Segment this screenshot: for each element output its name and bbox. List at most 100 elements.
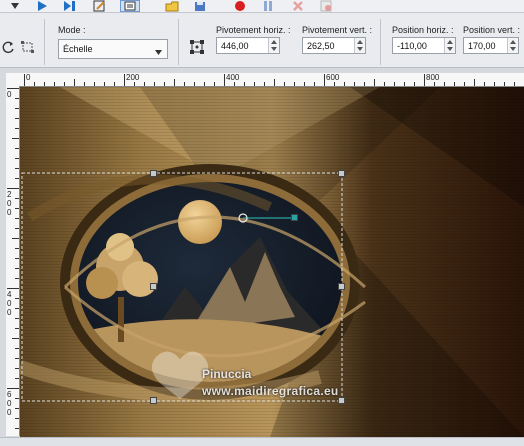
ruler-tick — [194, 82, 195, 86]
pivot-vertical-value: 262,50 — [307, 40, 335, 51]
ruler-label: 800 — [426, 73, 440, 82]
horizontal-ruler[interactable]: 0 200 400 600 800 — [20, 73, 524, 87]
image-canvas[interactable]: Pinuccia www.maidiregrafica.eu — [20, 87, 524, 437]
spinner-arrows[interactable] — [507, 38, 518, 53]
ruler-tick — [15, 98, 19, 99]
ruler-tick — [34, 82, 35, 86]
position-horizontal-label: Position horiz. : — [392, 25, 454, 35]
ruler-tick — [494, 82, 495, 86]
ruler-tick — [15, 428, 19, 429]
pause-icon[interactable] — [260, 0, 276, 12]
record-icon[interactable] — [232, 0, 248, 12]
pivot-icon[interactable] — [190, 40, 204, 54]
ruler-tick — [12, 138, 19, 139]
ruler-tick — [15, 328, 19, 329]
ruler-label: 0 — [26, 73, 31, 82]
ruler-tick — [44, 82, 45, 86]
mode-select-value: Échelle — [63, 44, 93, 54]
divider — [178, 19, 179, 65]
ruler-tick — [184, 82, 185, 86]
delete-script-icon[interactable] — [318, 0, 334, 12]
open-folder-icon[interactable] — [164, 0, 180, 12]
ruler-tick — [214, 82, 215, 86]
reset-transform-icon[interactable] — [20, 40, 36, 54]
transform-handle-center[interactable] — [150, 283, 157, 290]
spinner-arrows[interactable] — [268, 38, 279, 53]
ruler-tick — [274, 79, 275, 86]
step-icon[interactable] — [62, 0, 78, 12]
mode-label: Mode : — [58, 25, 86, 35]
spinner-arrows[interactable] — [354, 38, 365, 53]
transform-handle-top-right[interactable] — [338, 170, 345, 177]
transform-handle-top[interactable] — [150, 170, 157, 177]
ruler-tick — [304, 82, 305, 86]
ruler-tick — [15, 168, 19, 169]
script-edit-icon[interactable] — [92, 0, 108, 12]
ruler-tick — [15, 108, 19, 109]
ruler-tick — [464, 82, 465, 86]
dropdown-arrow-icon[interactable] — [8, 0, 22, 12]
ruler-tick — [134, 82, 135, 86]
ruler-tick — [434, 82, 435, 86]
ruler-label: 2 0 0 — [7, 190, 12, 217]
transform-handle-bottom-right[interactable] — [338, 397, 345, 404]
ruler-tick — [444, 82, 445, 86]
ruler-tick — [15, 198, 19, 199]
vertical-ruler[interactable]: 0 2 0 0 4 0 0 6 0 0 — [6, 86, 20, 436]
pivot-vertical-field[interactable]: 262,50 — [302, 37, 366, 54]
ruler-tick — [344, 82, 345, 86]
tool-options-bar: Mode : Échelle Pivotement horiz. : 446,0… — [0, 13, 524, 68]
ruler-tick — [374, 79, 375, 86]
ruler-tick — [54, 82, 55, 86]
divider — [380, 19, 381, 65]
mode-select[interactable]: Échelle — [58, 39, 168, 59]
ruler-tick — [12, 238, 19, 239]
ruler-tick — [154, 82, 155, 86]
watermark-name: Pinuccia — [202, 367, 252, 381]
play-icon[interactable] — [34, 0, 50, 12]
ruler-tick — [15, 158, 19, 159]
ruler-tick — [514, 82, 515, 86]
ruler-tick — [334, 82, 335, 86]
ruler-tick — [64, 82, 65, 86]
chevron-down-icon — [155, 47, 162, 57]
transform-handle-right[interactable] — [338, 283, 345, 290]
script-editor-icon[interactable] — [120, 0, 140, 12]
pivot-horizontal-field[interactable]: 446,00 — [216, 37, 280, 54]
ruler-tick — [7, 188, 19, 189]
spinner-arrows[interactable] — [444, 38, 455, 53]
save-icon[interactable] — [192, 0, 208, 12]
rotation-handle[interactable] — [291, 214, 298, 221]
ruler-tick — [244, 82, 245, 86]
cancel-icon[interactable] — [290, 0, 306, 12]
rotate-left-icon[interactable] — [2, 40, 16, 54]
ruler-tick — [504, 82, 505, 86]
divider — [44, 19, 45, 65]
ruler-tick — [15, 228, 19, 229]
ruler-tick — [164, 82, 165, 86]
transform-handle-bottom[interactable] — [150, 397, 157, 404]
ruler-label: 0 — [7, 90, 12, 99]
ruler-label: 200 — [126, 73, 140, 82]
ruler-tick — [424, 74, 425, 86]
ruler-label: 4 0 0 — [7, 290, 12, 317]
ruler-tick — [74, 79, 75, 86]
ruler-tick — [15, 298, 19, 299]
position-vertical-value: 170,00 — [468, 40, 496, 51]
ruler-tick — [15, 368, 19, 369]
ruler-tick — [414, 82, 415, 86]
ruler-tick — [7, 88, 19, 89]
ruler-tick — [24, 74, 25, 86]
ruler-tick — [484, 82, 485, 86]
ruler-tick — [15, 348, 19, 349]
ruler-tick — [224, 74, 225, 86]
ruler-tick — [7, 388, 19, 389]
ruler-tick — [7, 288, 19, 289]
ruler-tick — [124, 74, 125, 86]
ruler-tick — [84, 82, 85, 86]
ruler-tick — [144, 82, 145, 86]
position-vertical-field[interactable]: 170,00 — [463, 37, 519, 54]
position-horizontal-field[interactable]: -110,00 — [392, 37, 456, 54]
ruler-tick — [364, 82, 365, 86]
ruler-tick — [394, 82, 395, 86]
